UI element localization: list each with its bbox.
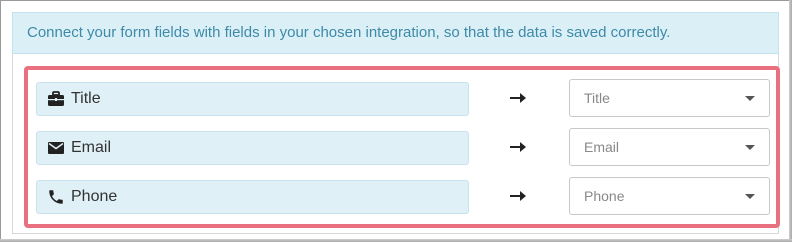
integration-field-select-title[interactable]: Title	[569, 79, 770, 117]
phone-icon	[47, 188, 65, 206]
briefcase-icon	[47, 90, 65, 108]
arrow-right-icon	[510, 139, 526, 155]
select-value: Title	[584, 90, 610, 106]
select-value: Email	[584, 139, 620, 155]
form-field-phone: Phone	[36, 180, 469, 214]
field-label: Title	[71, 90, 101, 107]
notice-text: Connect your form fields with fields in …	[27, 24, 671, 41]
envelope-icon	[47, 139, 65, 157]
caret-down-icon	[745, 145, 755, 150]
select-value: Phone	[584, 188, 625, 204]
caret-down-icon	[745, 194, 755, 199]
field-label: Phone	[71, 188, 118, 205]
field-label: Email	[71, 139, 112, 156]
info-notice: Connect your form fields with fields in …	[12, 12, 779, 54]
caret-down-icon	[745, 96, 755, 101]
arrow-right-icon	[510, 188, 526, 204]
form-field-email: Email	[36, 131, 469, 165]
form-field-title: Title	[36, 82, 469, 116]
integration-field-select-phone[interactable]: Phone	[569, 177, 770, 215]
integration-field-select-email[interactable]: Email	[569, 128, 770, 166]
arrow-right-icon	[510, 90, 526, 106]
